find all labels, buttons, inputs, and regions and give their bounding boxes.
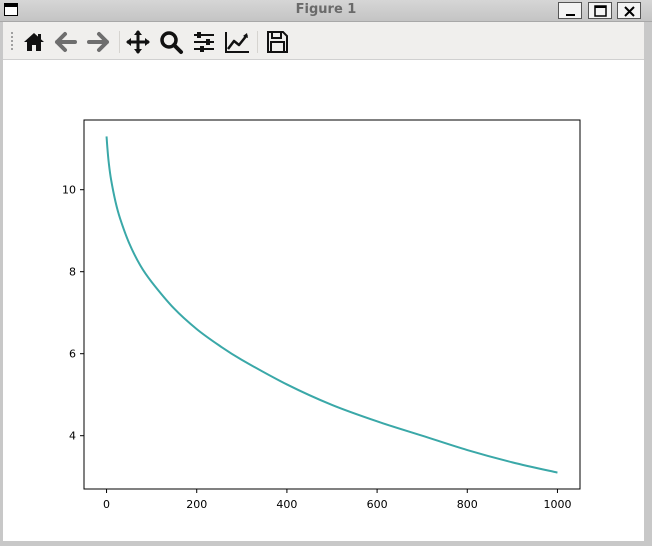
configure-subplots-button[interactable] (191, 29, 217, 55)
minimize-icon (566, 14, 575, 16)
x-tick-label: 0 (103, 498, 110, 511)
zoom-button[interactable] (158, 29, 184, 55)
navigation-toolbar (3, 22, 644, 60)
figure-canvas[interactable]: 0 200 400 600 800 1000 4 6 8 10 (3, 61, 644, 541)
home-icon (24, 33, 44, 51)
minimize-button[interactable] (558, 2, 582, 19)
maximize-button[interactable] (588, 2, 612, 19)
edit-axes-icon (225, 32, 249, 53)
edit-axes-button[interactable] (224, 29, 250, 55)
forward-button[interactable] (85, 29, 111, 55)
window-title: Figure 1 (295, 2, 357, 17)
toolbar-separator (119, 31, 120, 53)
y-tick-label: 4 (69, 430, 76, 443)
y-tick-label: 10 (62, 184, 76, 197)
close-button[interactable] (617, 2, 641, 19)
back-arrow-icon (55, 32, 77, 52)
series-line (105, 136, 558, 474)
close-icon (624, 6, 635, 17)
x-tick-label: 600 (367, 498, 388, 511)
home-button[interactable] (21, 29, 47, 55)
pan-icon (126, 30, 150, 54)
x-tick-label: 1000 (543, 498, 571, 511)
back-button[interactable] (53, 29, 79, 55)
save-icon (267, 31, 288, 53)
toolbar-grip[interactable] (10, 31, 14, 51)
save-button[interactable] (264, 29, 290, 55)
pan-button[interactable] (125, 29, 151, 55)
x-tick-label: 200 (186, 498, 207, 511)
forward-arrow-icon (87, 32, 109, 52)
zoom-icon (160, 31, 183, 54)
line-chart: 0 200 400 600 800 1000 4 6 8 10 (62, 119, 581, 511)
axis-ticks: 0 200 400 600 800 1000 4 6 8 10 (62, 184, 571, 511)
maximize-icon (594, 5, 607, 17)
axes-frame (83, 119, 581, 490)
x-tick-label: 400 (276, 498, 297, 511)
y-tick-label: 8 (69, 266, 76, 279)
title-bar[interactable]: Figure 1 (0, 0, 652, 22)
configure-subplots-icon (194, 32, 214, 52)
x-tick-label: 800 (457, 498, 478, 511)
y-tick-label: 6 (69, 348, 76, 361)
toolbar-separator (257, 31, 258, 53)
